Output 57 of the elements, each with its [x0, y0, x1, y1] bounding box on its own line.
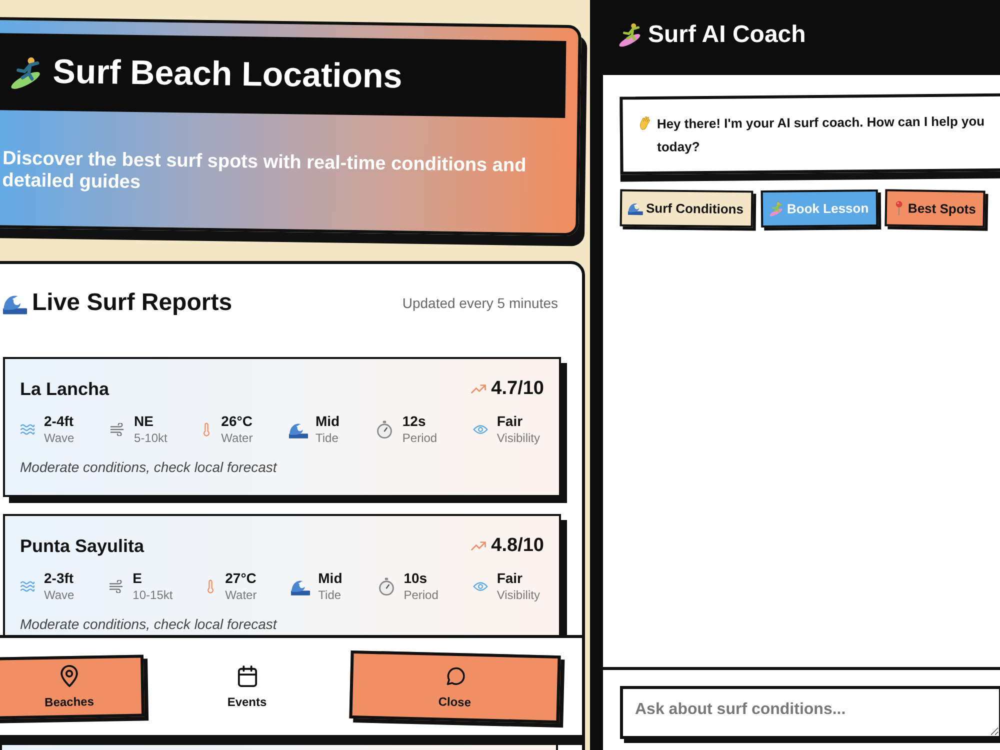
surfer-icon — [768, 201, 784, 216]
wind-icon — [110, 423, 126, 436]
thermometer-icon — [207, 579, 214, 594]
waves-icon — [20, 580, 35, 593]
trend-up-icon — [471, 384, 486, 394]
surfer-icon — [618, 22, 643, 47]
stat-label: 10-15kt — [132, 587, 173, 603]
stat-label: Visibility — [496, 430, 540, 446]
thermometer-icon — [203, 422, 210, 437]
section-title: Live Surf Reports — [32, 289, 232, 317]
pushpin-icon — [895, 200, 904, 216]
conditions-note: Moderate conditions, check local forecast — [20, 459, 278, 475]
stat-value: 2-4ft — [44, 413, 74, 430]
stat-label: Wave — [44, 430, 74, 446]
stat-value: 2-3ft — [44, 570, 74, 587]
stat-label: Wave — [44, 587, 74, 603]
map-pin-icon — [58, 664, 80, 688]
chat-input-field[interactable]: Ask about surf conditions... — [620, 686, 1000, 739]
stat-label: 5-10kt — [134, 430, 168, 446]
stat-value: 27°C — [225, 570, 257, 587]
stat-value: 12s — [402, 413, 427, 430]
wind-icon — [108, 580, 124, 593]
eye-icon — [472, 580, 488, 593]
hero-subtitle: Discover the best surf spots with real-time conditions and detailed guides — [2, 148, 528, 196]
spot-rating: 4.7/10 — [491, 378, 544, 400]
spot-name: Punta Sayulita — [20, 536, 144, 556]
stat-value: Fair — [496, 413, 524, 430]
quick-reply-button[interactable]: Surf Conditions — [620, 189, 753, 228]
stat-label: Period — [404, 587, 438, 603]
stopwatch-icon — [376, 577, 396, 596]
trend-up-icon — [471, 541, 486, 551]
nav-button[interactable]: Events — [144, 656, 350, 718]
update-note: Updated every 5 minutes — [402, 295, 558, 311]
stat-value: Mid — [316, 413, 340, 430]
stat-value: Mid — [318, 570, 342, 587]
stat-value: 26°C — [221, 413, 253, 430]
stat-value: 10s — [404, 570, 428, 587]
stat-label: Tide — [316, 430, 340, 446]
message-text: Hey there! I'm your AI surf coach. How can I help you today? — [656, 112, 986, 156]
stat-value: Fair — [496, 570, 524, 587]
stat-label: Visibility — [496, 587, 540, 603]
conditions-note: Moderate conditions, check local forecast — [20, 616, 278, 632]
stat-label: Period — [402, 430, 438, 446]
stat-label: Water — [221, 430, 253, 446]
quick-reply-button[interactable]: Best Spots — [884, 189, 986, 228]
waves-icon — [20, 423, 35, 436]
stat-label: Tide — [318, 587, 342, 603]
stat-label: Water — [225, 587, 257, 603]
spot-name: La Lancha — [20, 378, 110, 400]
page-title: Surf Beach Locations — [52, 52, 402, 97]
spot-rating: 4.8/10 — [491, 535, 544, 557]
eye-icon — [472, 423, 488, 436]
stat-value: NE — [134, 413, 154, 430]
stat-value: E — [132, 570, 144, 587]
stopwatch-icon — [375, 420, 394, 439]
calendar-icon — [236, 664, 258, 688]
chat-title: Surf AI Coach — [648, 20, 806, 48]
